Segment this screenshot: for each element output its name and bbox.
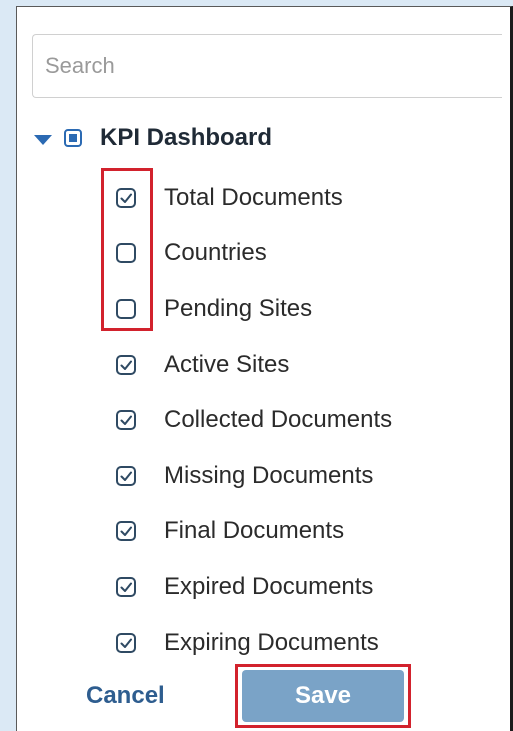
tree-root: KPI Dashboard xyxy=(34,120,272,156)
item-label: Active Sites xyxy=(164,350,290,378)
item-label: Missing Documents xyxy=(164,461,374,489)
item-label: Pending Sites xyxy=(164,294,313,322)
list-item[interactable]: Active Sites xyxy=(116,337,392,393)
check-icon xyxy=(120,638,132,648)
list-item[interactable]: Pending Sites xyxy=(116,281,392,337)
list-item[interactable]: Countries xyxy=(116,226,392,282)
checkbox[interactable] xyxy=(116,576,136,597)
checkbox[interactable] xyxy=(116,243,136,264)
item-label: Expired Documents xyxy=(164,572,374,600)
checkbox[interactable] xyxy=(116,298,136,319)
checkbox[interactable] xyxy=(116,465,136,486)
check-icon xyxy=(120,471,132,481)
list-item[interactable]: Final Documents xyxy=(116,504,392,560)
item-label: Total Documents xyxy=(164,183,343,211)
check-icon xyxy=(120,415,132,426)
check-icon xyxy=(119,246,133,260)
checkbox[interactable] xyxy=(116,521,136,542)
cancel-button[interactable]: Cancel xyxy=(86,682,165,710)
list-item[interactable]: Collected Documents xyxy=(116,392,392,448)
check-icon xyxy=(120,526,132,537)
save-button[interactable]: Save xyxy=(242,670,404,722)
list-item[interactable]: Missing Documents xyxy=(116,448,392,504)
caret-down-icon[interactable] xyxy=(34,135,52,145)
search-input[interactable] xyxy=(32,34,502,98)
checkbox[interactable] xyxy=(116,187,136,208)
item-label: Final Documents xyxy=(164,517,345,545)
item-label: Countries xyxy=(164,239,267,267)
list-item[interactable]: Expired Documents xyxy=(116,559,392,615)
checkbox[interactable] xyxy=(116,354,136,375)
check-icon xyxy=(119,302,133,316)
item-label: Expiring Documents xyxy=(164,628,379,656)
kpi-item-list: Total Documents Countries Pending Sites … xyxy=(116,170,392,670)
tree-root-label: KPI Dashboard xyxy=(100,124,273,151)
root-partial-checkbox[interactable] xyxy=(64,129,82,147)
checkbox[interactable] xyxy=(116,632,136,653)
check-icon xyxy=(120,582,132,592)
list-item[interactable]: Expiring Documents xyxy=(116,615,392,671)
list-item[interactable]: Total Documents xyxy=(116,170,392,226)
checkbox[interactable] xyxy=(116,410,136,431)
item-label: Collected Documents xyxy=(164,406,393,434)
check-icon xyxy=(120,360,132,370)
check-icon xyxy=(120,193,132,203)
